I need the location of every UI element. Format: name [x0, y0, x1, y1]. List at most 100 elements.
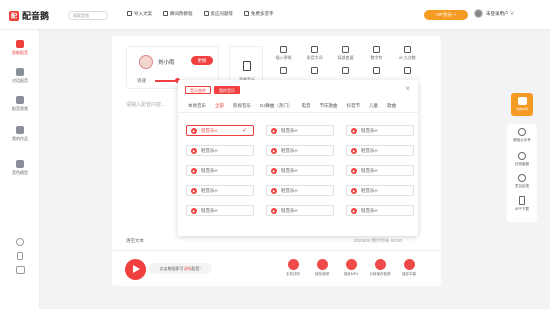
right-item-label: APP下载	[514, 207, 529, 211]
sidebar-item-smart-dub[interactable]: 智能配音	[0, 40, 40, 56]
tab-music-library[interactable]: 音乐曲库	[185, 86, 211, 94]
tool-number[interactable]: 数字符	[361, 46, 392, 61]
right-item-service[interactable]: 在线客服	[507, 152, 537, 167]
sidebar-item-works[interactable]: 我的作品	[0, 126, 40, 142]
ruler-icon	[280, 67, 287, 74]
badge-label: 去掉水印	[515, 107, 528, 111]
play-icon[interactable]: ▶	[271, 127, 277, 134]
music-item[interactable]: ▶ 轻音乐A	[346, 125, 414, 136]
category-local[interactable]: 本地音乐	[188, 103, 206, 109]
app-logo[interactable]: 配 配音鹅	[9, 9, 49, 22]
number-icon	[373, 46, 380, 53]
phone-icon[interactable]	[17, 252, 23, 260]
tool-speed[interactable]: 局部变速	[330, 46, 361, 61]
music-panel: 音乐曲库 我的音乐 × 本地音乐 全部 影视音乐 DJ舞曲（热门） 电音 节庆歌…	[178, 80, 418, 236]
music-item[interactable]: ▶ 轻音乐A	[266, 125, 334, 136]
music-item[interactable]: ▶ 轻音乐A	[346, 205, 414, 216]
music-item[interactable]: ▶ 轻音乐A ✓	[186, 125, 254, 136]
music-item[interactable]: ▶ 轻音乐A	[346, 165, 414, 176]
tool-pause[interactable]: 插入停顿	[268, 46, 299, 61]
close-icon[interactable]: ×	[405, 84, 410, 93]
right-item-wechat[interactable]: 微信公众号	[507, 128, 537, 143]
play-icon[interactable]: ▶	[271, 167, 277, 174]
sidebar-item-video[interactable]: 配音视频	[0, 96, 40, 112]
action-save-subtitle[interactable]: 保存字幕	[398, 259, 420, 277]
play-icon[interactable]: ▶	[351, 127, 357, 134]
music-item[interactable]: ▶ 轻音乐A	[346, 185, 414, 196]
play-icon[interactable]: ▶	[191, 167, 197, 174]
action-save-audio[interactable]: 保存音频	[311, 259, 333, 277]
play-icon[interactable]: ▶	[271, 187, 277, 194]
play-icon[interactable]: ▶	[271, 207, 277, 214]
category-film[interactable]: 影视音乐	[233, 103, 251, 109]
hint-suffix: 配音~	[191, 266, 202, 271]
music-item[interactable]: ▶ 轻音乐A	[186, 145, 254, 156]
change-voice-button[interactable]: 更换	[191, 56, 213, 65]
play-button[interactable]	[125, 259, 146, 280]
nav-feedback[interactable]: 反应问题等	[203, 11, 233, 17]
audio-icon	[316, 259, 328, 270]
category-dj[interactable]: DJ舞曲（热门）	[260, 103, 293, 109]
category-songs[interactable]: 歌曲	[387, 103, 396, 109]
action-split-save[interactable]: 分段保存音频	[369, 259, 391, 277]
chat-icon	[342, 67, 349, 74]
play-icon[interactable]: ▶	[191, 127, 197, 134]
action-save-mp4[interactable]: 保存MP4	[340, 259, 362, 277]
sidebar-item-label: 智能配音	[12, 50, 28, 55]
music-item[interactable]: ▶ 轻音乐A	[266, 145, 334, 156]
right-item-feedback[interactable]: 意见反馈	[507, 174, 537, 189]
music-item[interactable]: ▶ 轻音乐A	[266, 205, 334, 216]
tool-label: 数字符	[370, 55, 383, 60]
voice-avatar[interactable]	[139, 55, 153, 69]
top-bar: 配 配音鹅 搜索音频 导入文案 瞬间改教程 反应问题等 免费多音字 VIP会员 …	[0, 0, 550, 30]
play-icon[interactable]: ▶	[191, 187, 197, 194]
tool-headphone[interactable]	[361, 67, 392, 76]
sidebar-item-dialog[interactable]: 对话配音	[0, 68, 40, 84]
nav-label: 导入文案	[134, 11, 152, 16]
tool-symbol[interactable]: 6f 九点数	[392, 46, 423, 61]
tool-ruler[interactable]	[268, 67, 299, 76]
search-input[interactable]: 搜索音频	[68, 11, 108, 20]
tool-polyphone[interactable]: 多音字词	[299, 46, 330, 61]
action-label: 手机试听	[286, 272, 300, 276]
text-editor[interactable]: 请输入配音内容...	[126, 101, 165, 108]
right-item-app[interactable]: APP下载	[507, 196, 537, 212]
music-item[interactable]: ▶ 轻音乐A	[186, 185, 254, 196]
category-kids[interactable]: 儿童	[369, 103, 378, 109]
music-item[interactable]: ▶ 轻音乐A	[186, 205, 254, 216]
nav-polyphone[interactable]: 免费多音字	[244, 11, 274, 17]
tool-mark[interactable]	[392, 67, 423, 76]
nav-tutorial[interactable]: 瞬间改教程	[163, 11, 193, 17]
monitor-icon[interactable]	[16, 266, 25, 274]
nav-import[interactable]: 导入文案	[127, 11, 152, 17]
music-item[interactable]: ▶ 轻音乐A	[346, 145, 414, 156]
play-icon[interactable]: ▶	[191, 207, 197, 214]
music-item[interactable]: ▶ 轻音乐A	[266, 185, 334, 196]
tool-person[interactable]	[299, 67, 330, 76]
category-electronic[interactable]: 电音	[302, 103, 311, 109]
play-icon[interactable]: ▶	[351, 167, 357, 174]
play-icon[interactable]: ▶	[191, 147, 197, 154]
user-menu[interactable]: 未登录用户 ∨	[474, 9, 514, 18]
right-item-label: 在线客服	[515, 162, 529, 166]
category-douyin[interactable]: 抖音节	[347, 103, 361, 109]
model-icon	[16, 160, 24, 168]
play-icon[interactable]: ▶	[351, 187, 357, 194]
tab-my-music[interactable]: 我的音乐	[214, 86, 240, 94]
category-festival[interactable]: 节庆歌曲	[320, 103, 338, 109]
action-phone-listen[interactable]: 手机试听	[282, 259, 304, 277]
category-all[interactable]: 全部	[215, 103, 224, 109]
play-icon[interactable]: ▶	[351, 147, 357, 154]
music-item[interactable]: ▶ 轻音乐A	[186, 165, 254, 176]
nav-label: 瞬间改教程	[170, 11, 193, 16]
settings-icon[interactable]	[16, 238, 24, 246]
play-icon[interactable]: ▶	[351, 207, 357, 214]
remove-watermark-badge[interactable]: 去掉水印	[511, 93, 533, 116]
action-label: 保存MP4	[343, 272, 359, 276]
vip-button[interactable]: VIP会员 >	[424, 10, 468, 20]
music-item[interactable]: ▶ 轻音乐A	[266, 165, 334, 176]
tool-chat[interactable]	[330, 67, 361, 76]
sidebar-item-model[interactable]: 音色模型	[0, 160, 40, 176]
clear-text-button[interactable]: 清空文本	[126, 238, 144, 244]
play-icon[interactable]: ▶	[271, 147, 277, 154]
